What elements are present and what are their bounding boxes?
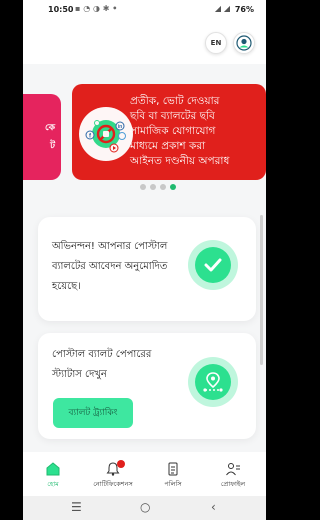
tracking-line: স্ট্যাটাস দেখুন [52,369,107,380]
notification-dot [117,460,125,468]
system-navigation-bar: ☰ ○ ‹ [23,496,266,520]
slide-line: প্রতীক, ভোট দেওয়ার [130,95,220,107]
nav-item-home[interactable]: হোম [23,452,83,496]
status-bar: 10:50 ▪ ◔ ◑ ✱ • ◢ ◢ 76% [23,0,266,20]
info-carousel[interactable]: কে ট f in প্রতীক, ভোট দেওয়ার ছবি বা ব্য… [23,70,266,190]
location-route-icon [203,372,223,392]
approval-line: হয়েছে। [52,281,81,292]
carousel-slide-active[interactable]: f in প্রতীক, ভোট দেওয়ার ছবি বা ব্যালটের… [72,84,266,180]
signal-icon: ◢ ◢ [214,4,230,13]
approval-status-card: অভিনন্দন! আপনার পোস্টাল ব্যালটের আবেদন অ… [38,217,256,321]
home-icon [46,462,60,476]
ballot-tracking-button[interactable]: ব্যালট ট্র্যাকিং [53,398,133,428]
carousel-slide-message: প্রতীক, ভোট দেওয়ার ছবি বা ব্যালটের ছবি … [130,94,260,169]
nav-label-profile: প্রোফাইল [220,480,246,488]
prev-slide-text-1: কে [45,123,55,133]
nav-item-policy[interactable]: পলিসি [143,452,203,496]
svg-text:in: in [118,124,122,130]
pagination-dot[interactable] [140,184,146,190]
nav-label-notifications: নোটিফিকেশনস [93,480,133,488]
pagination-dot-active[interactable] [170,184,176,190]
policy-document-icon [168,462,178,476]
approved-badge [188,240,238,290]
bottom-navigation: হোম নোটিফিকেশনস পলিসি প্রোফাইল [23,452,266,496]
nav-label-policy: পলিসি [164,480,182,488]
slide-line: সামাজিক যোগাযোগ [130,125,216,137]
profile-avatar[interactable] [233,32,255,54]
language-toggle-button[interactable]: EN [205,32,227,54]
prev-slide-text-2: ট [50,141,55,151]
battery-level: 76% [234,5,254,14]
pagination-dot[interactable] [150,184,156,190]
tracking-badge [188,357,238,407]
avatar-icon [236,35,252,51]
nav-item-profile[interactable]: প্রোফাইল [203,452,263,496]
top-bar: EN [23,20,266,64]
nav-label-home: হোম [47,480,59,488]
home-button[interactable]: ○ [140,500,150,514]
scrollbar[interactable] [260,215,263,365]
approval-message: অভিনন্দন! আপনার পোস্টাল ব্যালটের আবেদন অ… [52,237,182,297]
checkmark-icon [204,258,222,272]
profile-icon [226,463,240,476]
tracking-line: পোস্টাল ব্যালট পেপারের [52,349,152,360]
no-social-media-icon: f in [79,107,133,161]
slide-line: আইনত দণ্ডনীয় অপরাধ [130,155,230,167]
nav-item-notifications[interactable]: নোটিফিকেশনস [83,452,143,496]
pagination-dot[interactable] [160,184,166,190]
status-time: 10:50 [48,5,74,14]
slide-line: ছবি বা ব্যালটের ছবি [130,110,215,122]
recents-button[interactable]: ☰ [71,500,82,514]
notification-icons: ▪ ◔ ◑ ✱ • [75,4,118,13]
slide-line: মাধ্যমে প্রকাশ করা [130,140,206,152]
ballot-tracking-card: পোস্টাল ব্যালট পেপারের স্ট্যাটাস দেখুন ব… [38,333,256,439]
back-button[interactable]: ‹ [211,500,216,514]
carousel-slide-previous[interactable]: কে ট [23,94,61,180]
app-screen: 10:50 ▪ ◔ ◑ ✱ • ◢ ◢ 76% EN কে ট f in প্র… [23,0,266,520]
approval-line: ব্যালটের আবেদন অনুমোদিত [52,261,168,272]
approval-line: অভিনন্দন! আপনার পোস্টাল [52,241,168,252]
tracking-message: পোস্টাল ব্যালট পেপারের স্ট্যাটাস দেখুন [52,345,192,385]
